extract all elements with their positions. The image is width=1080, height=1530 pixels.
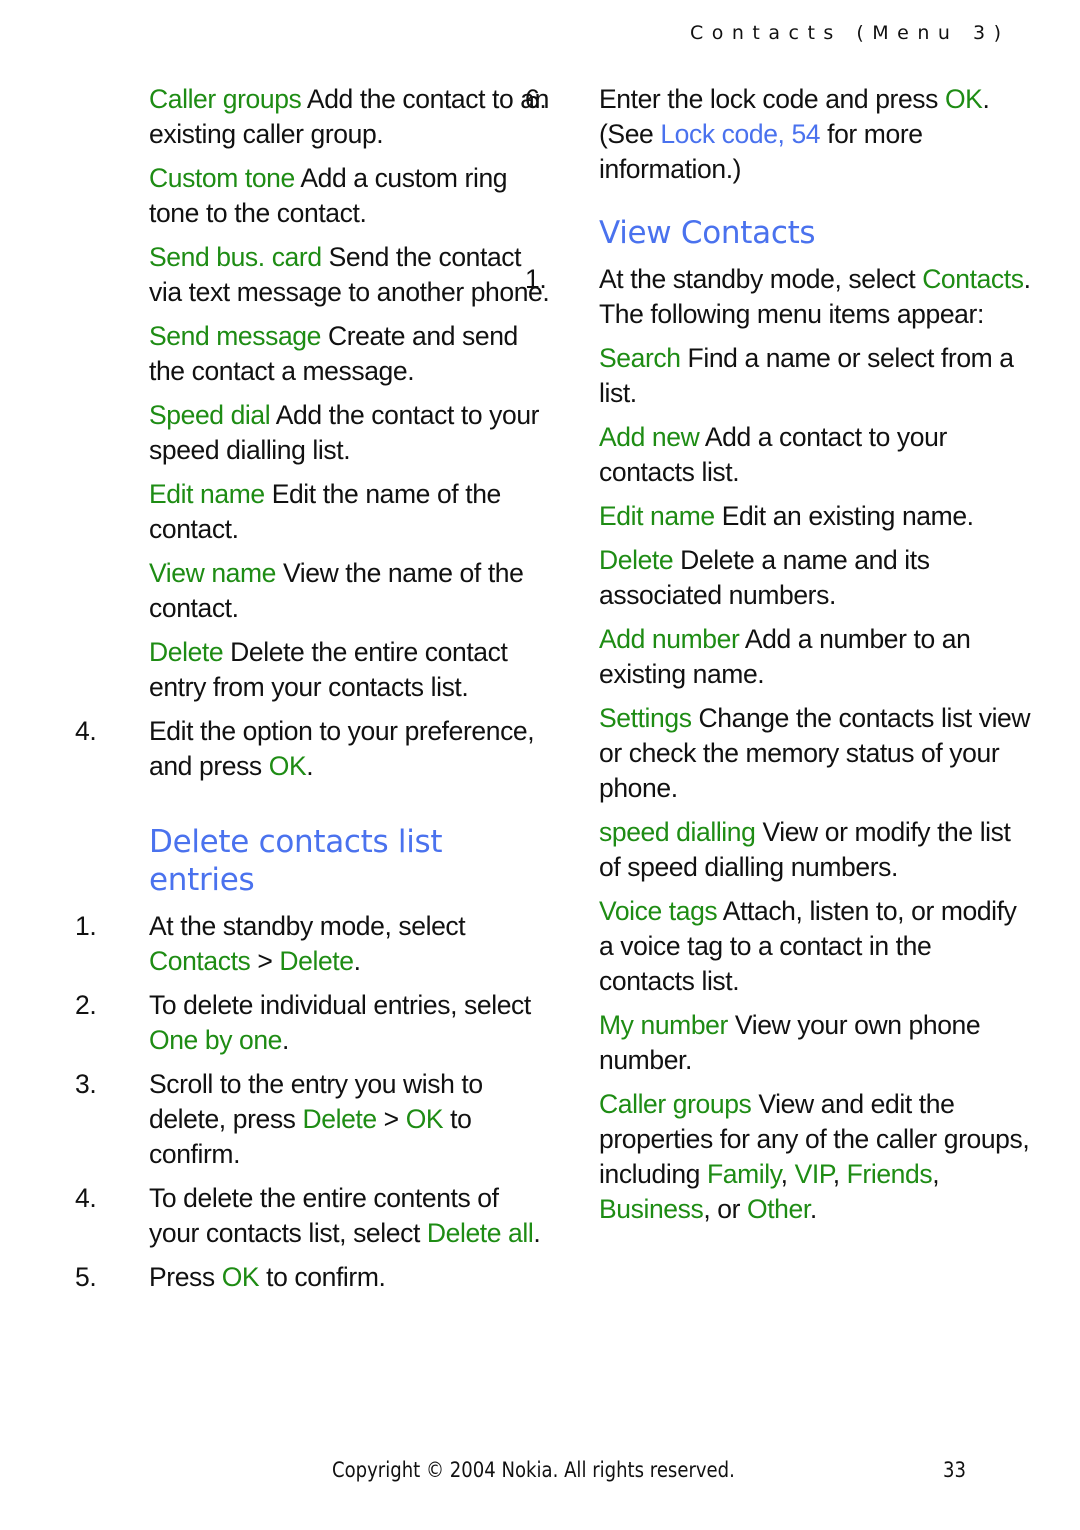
menu-one-by-one: One by one <box>149 1025 283 1055</box>
item-term: Delete <box>599 545 674 575</box>
section-heading-delete: Delete contacts list entries <box>149 823 552 899</box>
step-number: 3. <box>75 1069 97 1099</box>
option-term: Speed dial <box>149 400 271 430</box>
menu-delete-all: Delete all <box>426 1218 534 1248</box>
step-text: to confirm. <box>259 1262 386 1292</box>
step-number: 4. <box>75 716 97 746</box>
option-term: Caller groups <box>149 84 302 114</box>
key-ok: OK <box>221 1262 260 1292</box>
step-number: 2. <box>75 990 97 1020</box>
option-term: Send message <box>149 321 321 351</box>
step-text: Enter the lock code and press <box>599 84 945 114</box>
key-ok: OK <box>268 751 307 781</box>
sep: > <box>250 946 280 976</box>
group-friends: Friends <box>846 1159 933 1189</box>
item-term: Add new <box>599 422 700 452</box>
step-number: 1. <box>525 264 547 294</box>
item-caller-groups: Caller groups View and edit the properti… <box>599 1089 1030 1224</box>
punct: . <box>533 1218 541 1248</box>
running-head: Contacts (Menu 3) <box>690 22 1010 44</box>
item-edit-name: Edit name Edit an existing name. <box>562 499 1032 534</box>
item-speed-dialling: speed dialling View or modify the list o… <box>562 815 1032 885</box>
step-text: (See <box>599 119 661 149</box>
punct: . <box>353 946 361 976</box>
group-family: Family <box>706 1159 781 1189</box>
item-term: Search <box>599 343 681 373</box>
heading-line: Delete contacts list <box>149 824 443 860</box>
menu-contacts: Contacts <box>149 946 251 976</box>
step-4: 4. Edit the option to your preference, an… <box>75 714 552 784</box>
item-add-new: Add new Add a contact to your contacts l… <box>562 420 1032 490</box>
option-view-name: View name View the name of the contact. <box>112 556 552 626</box>
option-send-message: Send message Create and send the contact… <box>112 319 552 389</box>
delete-step-4: 4. To delete the entire contents of your … <box>75 1181 552 1251</box>
delete-step-5: 5. Press OK to confirm. <box>75 1260 552 1295</box>
option-term: Edit name <box>149 479 265 509</box>
step-number: 6. <box>525 84 547 114</box>
delete-step-1: 1. At the standby mode, select Contacts >… <box>75 909 552 979</box>
option-delete: Delete Delete the entire contact entry f… <box>112 635 552 705</box>
option-term: Custom tone <box>149 163 295 193</box>
item-voice-tags: Voice tags Attach, listen to, or modify … <box>562 894 1032 999</box>
right-column: 6. Enter the lock code and press OK. (See… <box>525 82 1032 1236</box>
group-other: Other <box>747 1194 810 1224</box>
key-ok: OK <box>944 84 983 114</box>
menu-contacts: Contacts <box>922 264 1024 294</box>
item-term: Caller groups <box>599 1089 752 1119</box>
item-desc: Edit an existing name. <box>721 501 974 531</box>
step-text: At the standby mode, select <box>149 911 466 941</box>
step-text: Press <box>149 1262 222 1292</box>
item-term: My number <box>599 1010 728 1040</box>
delete-step-2: 2. To delete individual entries, select O… <box>75 988 552 1058</box>
punct: . <box>282 1025 289 1055</box>
conj: or <box>710 1194 747 1224</box>
punct: . <box>809 1194 817 1224</box>
step-text: To delete individual entries, select <box>149 990 531 1020</box>
page-number: 33 <box>943 1458 966 1482</box>
option-speed-dial: Speed dial Add the contact to your speed… <box>112 398 552 468</box>
option-caller-groups: Caller groups Add the contact to an exis… <box>112 82 552 152</box>
item-add-number: Add number Add a number to an existing n… <box>562 622 1032 692</box>
item-term: Add number <box>599 624 740 654</box>
option-term: Delete <box>149 637 224 667</box>
step-number: 4. <box>75 1183 97 1213</box>
item-delete: Delete Delete a name and its associated … <box>562 543 1032 613</box>
step-6: 6. Enter the lock code and press OK. (See… <box>525 82 1032 187</box>
menu-delete: Delete <box>302 1104 378 1134</box>
item-my-number: My number View your own phone number. <box>562 1008 1032 1078</box>
option-custom-tone: Custom tone Add a custom ring tone to th… <box>112 161 552 231</box>
item-term: Voice tags <box>599 896 718 926</box>
item-search: Search Find a name or select from a list… <box>562 341 1032 411</box>
delete-step-3: 3. Scroll to the entry you wish to delete… <box>75 1067 552 1172</box>
left-column: Caller groups Add the contact to an exis… <box>75 82 552 1304</box>
menu-delete: Delete <box>279 946 354 976</box>
group-business: Business <box>599 1194 704 1224</box>
footer-copyright: Copyright © 2004 Nokia. All rights reser… <box>332 1458 735 1482</box>
sep: > <box>376 1104 406 1134</box>
heading-line: entries <box>149 862 255 898</box>
lock-code-link[interactable]: Lock code, 54 <box>660 119 820 149</box>
step-text: At the standby mode, select <box>599 264 923 294</box>
item-settings: Settings Change the contacts list view o… <box>562 701 1032 806</box>
view-step-1: 1. At the standby mode, select Contacts. … <box>525 262 1032 332</box>
group-vip: VIP <box>794 1159 834 1189</box>
option-edit-name: Edit name Edit the name of the contact. <box>112 477 552 547</box>
option-term: Send bus. card <box>149 242 322 272</box>
punct: . <box>306 751 314 781</box>
section-heading-view-contacts: View Contacts <box>599 215 816 251</box>
key-ok: OK <box>405 1104 444 1134</box>
step-number: 5. <box>75 1262 97 1292</box>
item-term: Settings <box>599 703 692 733</box>
option-term: View name <box>149 558 277 588</box>
punct: . <box>982 84 990 114</box>
option-send-bus-card: Send bus. card Send the contact via text… <box>112 240 552 310</box>
step-text: Edit the option to your preference, and … <box>149 716 535 781</box>
step-number: 1. <box>75 911 97 941</box>
item-term: Edit name <box>599 501 715 531</box>
item-term: speed dialling <box>599 817 756 847</box>
